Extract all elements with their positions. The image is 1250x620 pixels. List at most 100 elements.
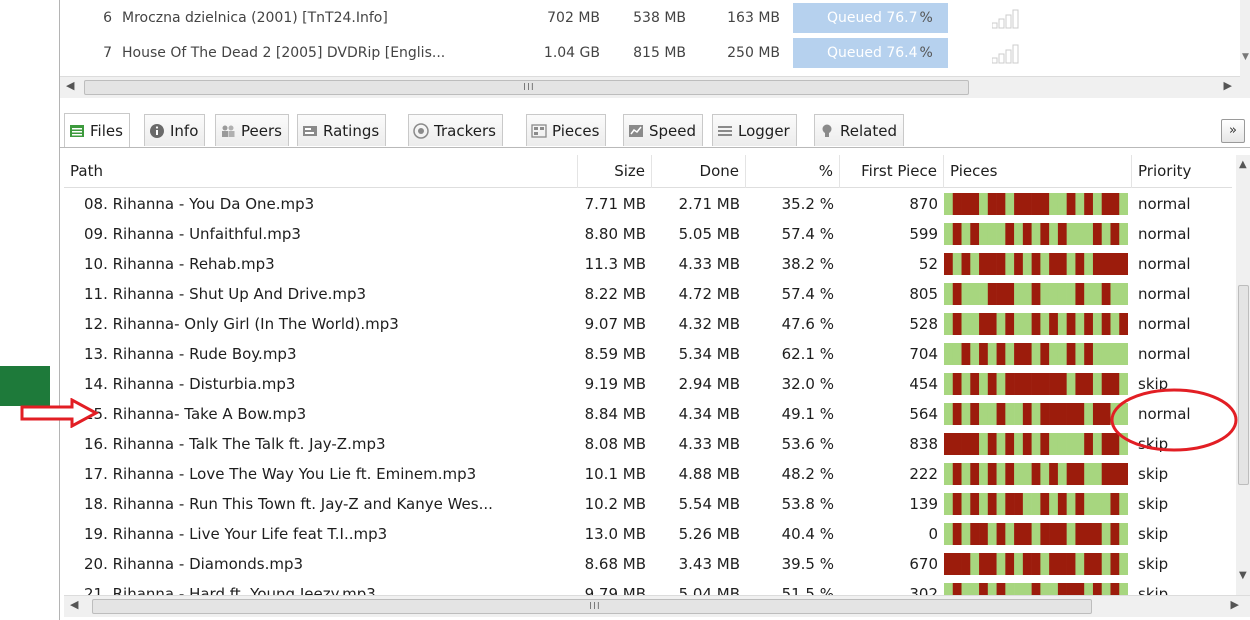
cell-first: 302: [909, 585, 938, 595]
piece-segment: [1005, 343, 1015, 365]
table-row[interactable]: 17. Rihanna - Love The Way You Lie ft. E…: [64, 459, 1232, 489]
table-row[interactable]: 19. Rihanna - Live Your Life feat T.I..m…: [64, 519, 1232, 549]
table-row[interactable]: 21. Rihanna - Hard ft. Young Jeezy.mp3 9.…: [64, 579, 1232, 595]
cell-pct: 53.8 %: [781, 495, 834, 513]
cell-pct: 35.2 %: [781, 195, 834, 213]
piece-segment: [1022, 463, 1032, 485]
piece-segment: [1101, 343, 1111, 365]
piece-segment: [1031, 493, 1041, 515]
table-row[interactable]: 14. Rihanna - Disturbia.mp3 9.19 MB 2.94 M…: [64, 369, 1232, 399]
table-row[interactable]: 15. Rihanna- Take A Bow.mp3 8.84 MB 4.34 M…: [64, 399, 1232, 429]
scroll-down-arrow-icon[interactable]: ▼: [1242, 52, 1249, 62]
piece-segment: [944, 523, 954, 545]
column-header-priority[interactable]: Priority: [1132, 155, 1232, 188]
files-horizontal-scrollbar[interactable]: ◀ III ▶: [64, 595, 1250, 617]
piece-segment: [952, 193, 962, 215]
piece-segment: [970, 253, 980, 275]
piece-segment: [1110, 553, 1120, 575]
piece-segment: [1031, 223, 1041, 245]
scrollbar-thumb[interactable]: III: [92, 599, 1092, 614]
table-row[interactable]: 12. Rihanna- Only Girl (In The World).mp…: [64, 309, 1232, 339]
piece-segment: [1110, 253, 1120, 275]
tab-logger[interactable]: Logger: [712, 114, 797, 146]
scroll-left-arrow-icon[interactable]: ◀: [66, 79, 74, 92]
piece-segment: [1119, 463, 1128, 485]
files-table: Path Size Done % First Piece Pieces Prio…: [64, 155, 1232, 595]
cell-path: 11. Rihanna - Shut Up And Drive.mp3: [84, 285, 367, 303]
piece-segment: [1066, 583, 1076, 595]
torrent-list-horizontal-scrollbar[interactable]: ◀ III ▶: [60, 76, 1240, 98]
piece-segment: [1075, 283, 1085, 305]
table-row[interactable]: 09. Rihanna - Unfaithful.mp3 8.80 MB 5.05 …: [64, 219, 1232, 249]
table-row[interactable]: 13. Rihanna - Rude Boy.mp3 8.59 MB 5.34 MB…: [64, 339, 1232, 369]
torrent-row[interactable]: 7 House Of The Dead 2 [2005] DVDRip [Eng…: [60, 37, 1240, 69]
piece-segment: [1092, 403, 1103, 425]
tab-pieces[interactable]: Pieces: [526, 114, 607, 146]
column-header-pieces[interactable]: Pieces: [944, 155, 1132, 188]
table-row[interactable]: 10. Rihanna - Rehab.mp3 11.3 MB 4.33 MB 38.…: [64, 249, 1232, 279]
piece-segment: [979, 523, 989, 545]
tab-ratings[interactable]: Ratings: [297, 114, 387, 146]
piece-segment: [1092, 343, 1103, 365]
piece-segment: [1110, 523, 1120, 545]
pieces-icon: [531, 123, 547, 138]
piece-segment: [970, 463, 980, 485]
scroll-right-arrow-icon[interactable]: ▶: [1231, 598, 1239, 611]
tab-overflow-button[interactable]: »: [1221, 119, 1245, 143]
piece-segment: [1049, 433, 1059, 455]
piece-segment: [1022, 523, 1032, 545]
cell-first: 222: [909, 465, 938, 483]
files-vertical-scrollbar[interactable]: ▲ ▼: [1236, 155, 1250, 595]
tab-info[interactable]: Info: [144, 114, 206, 146]
tab-files[interactable]: Files: [64, 113, 130, 147]
piece-segment: [1119, 253, 1128, 275]
piece-segment: [1049, 373, 1059, 395]
table-row[interactable]: 08. Rihanna - You Da One.mp3 7.71 MB 2.71 …: [64, 189, 1232, 219]
piece-segment: [1075, 373, 1085, 395]
pieces-bar: [944, 523, 1128, 545]
trackers-icon: [413, 122, 429, 139]
piece-segment: [1101, 223, 1111, 245]
table-row[interactable]: 18. Rihanna - Run This Town ft. Jay-Z an…: [64, 489, 1232, 519]
column-header-size[interactable]: Size: [578, 155, 652, 188]
piece-segment: [1022, 223, 1032, 245]
piece-segment: [1119, 583, 1128, 595]
tab-speed[interactable]: Speed: [623, 114, 704, 146]
table-row[interactable]: 20. Rihanna - Diamonds.mp3 8.68 MB 3.43 MB…: [64, 549, 1232, 579]
torrent-row[interactable]: 6 Mroczna dzielnica (2001) [TnT24.Info] …: [60, 2, 1240, 34]
table-row[interactable]: 11. Rihanna - Shut Up And Drive.mp3 8.22 …: [64, 279, 1232, 309]
piece-segment: [1110, 343, 1120, 365]
piece-segment: [961, 433, 971, 455]
piece-segment: [1110, 193, 1120, 215]
scroll-left-arrow-icon[interactable]: ◀: [70, 598, 78, 611]
piece-segment: [1022, 553, 1032, 575]
piece-segment: [1066, 373, 1076, 395]
scroll-up-arrow-icon[interactable]: ▲: [1239, 159, 1247, 170]
piece-segment: [979, 223, 989, 245]
cell-size: 8.84 MB: [584, 405, 646, 423]
piece-segment: [979, 553, 989, 575]
torrent-list-vertical-scrollbar[interactable]: ▼: [1240, 0, 1250, 98]
tab-trackers[interactable]: Trackers: [408, 114, 503, 146]
piece-segment: [996, 193, 1006, 215]
cell-size: 10.2 MB: [584, 495, 646, 513]
column-header-first-piece[interactable]: First Piece: [840, 155, 944, 188]
column-header-percent[interactable]: %: [746, 155, 840, 188]
scroll-down-arrow-icon[interactable]: ▼: [1239, 570, 1247, 581]
piece-segment: [1022, 343, 1032, 365]
tab-related[interactable]: Related: [814, 114, 904, 146]
scrollbar-thumb[interactable]: III: [84, 80, 969, 95]
status-text: Queued 76.4: [827, 45, 918, 61]
piece-segment: [1066, 553, 1076, 575]
table-row[interactable]: 16. Rihanna - Talk The Talk ft. Jay-Z.mp…: [64, 429, 1232, 459]
cell-done: 3.43 MB: [678, 555, 740, 573]
piece-segment: [970, 583, 980, 595]
piece-segment: [1119, 283, 1128, 305]
piece-segment: [1101, 253, 1111, 275]
piece-segment: [979, 583, 989, 595]
tab-peers[interactable]: Peers: [215, 114, 289, 146]
column-header-path[interactable]: Path: [64, 155, 578, 188]
column-header-done[interactable]: Done: [652, 155, 746, 188]
cell-done: 4.33 MB: [678, 255, 740, 273]
scroll-right-arrow-icon[interactable]: ▶: [1224, 79, 1232, 92]
